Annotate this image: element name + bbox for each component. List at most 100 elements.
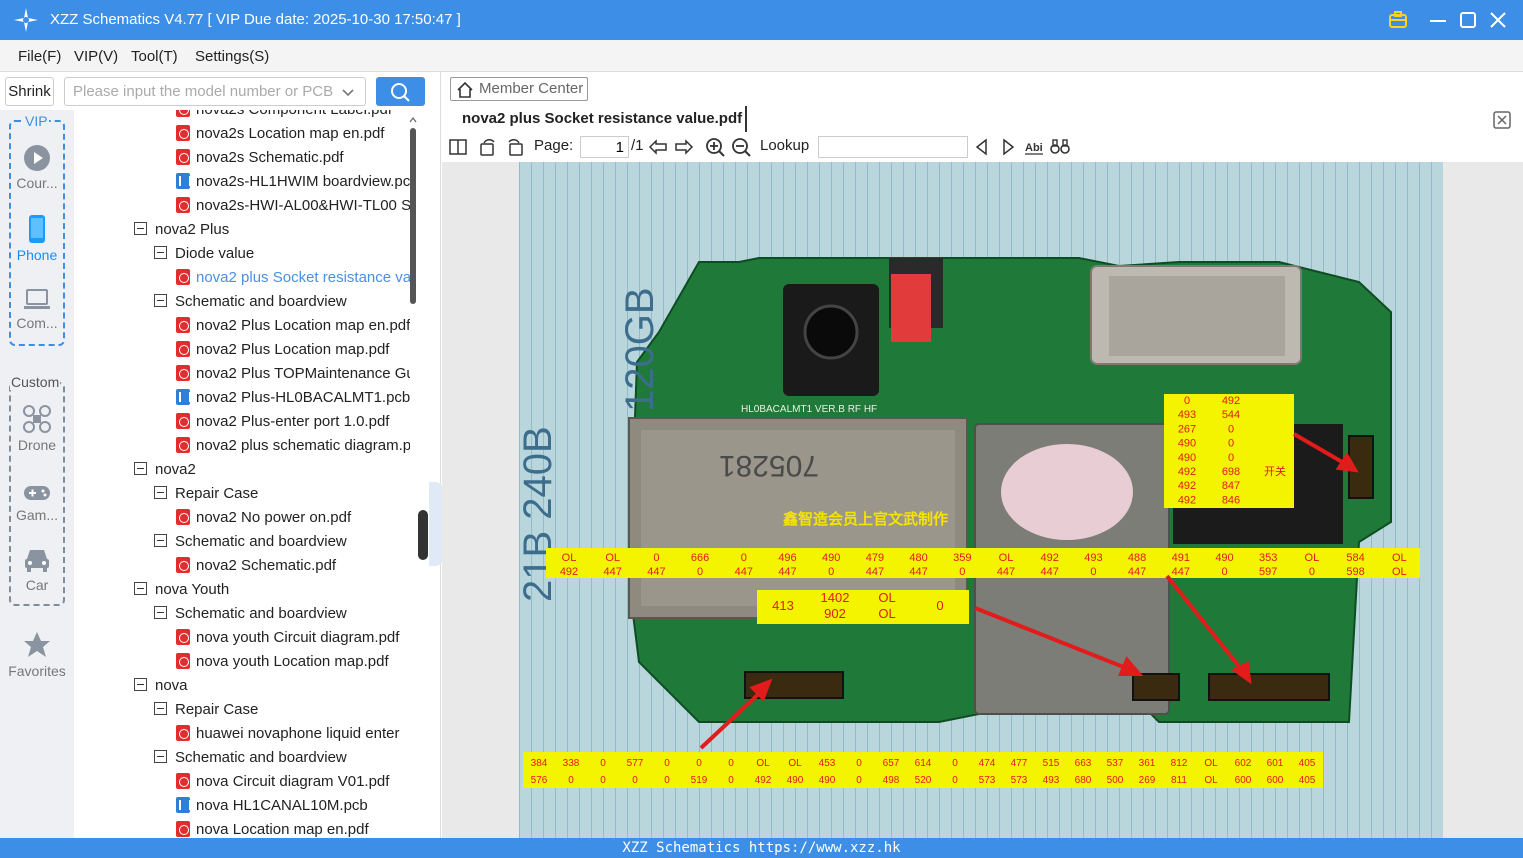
tree-file[interactable]: nova2s Component Label.pdf [176, 110, 410, 122]
tree-folder[interactable]: Schematic and boardview [154, 290, 410, 314]
resistance-value: 847 [1222, 480, 1240, 492]
tree-file[interactable]: nova2 plus Socket resistance value.pdf [176, 266, 410, 290]
vip-briefcase-icon[interactable] [1384, 6, 1412, 34]
tree-folder[interactable]: Schematic and boardview [154, 746, 410, 770]
find-next-icon[interactable] [998, 137, 1018, 157]
tree-folder[interactable]: nova [134, 674, 410, 698]
tree-folder[interactable]: Repair Case [154, 482, 410, 506]
thermal-paste [1001, 444, 1133, 540]
tree-file[interactable]: nova2 Plus TOPMaintenance Guide.pdf [176, 362, 410, 386]
lookup-input[interactable] [818, 136, 968, 158]
nav-favorites[interactable]: Favorites [0, 630, 74, 679]
document-tab[interactable]: nova2 plus Socket resistance value.pdf [442, 106, 747, 132]
nav-drone[interactable]: Drone [0, 404, 74, 453]
nav-courses[interactable]: Cour... [0, 144, 74, 191]
resistance-value: 0 [936, 598, 943, 613]
nav-computer[interactable]: Com... [0, 286, 74, 331]
panel-splitter[interactable] [418, 510, 428, 560]
tree-file[interactable]: nova youth Location map.pdf [176, 650, 410, 674]
tree-folder[interactable]: nova2 Plus [134, 218, 410, 242]
nav-game[interactable]: Gam... [0, 482, 74, 523]
collapse-icon[interactable] [134, 462, 147, 475]
rotate-left-icon[interactable] [478, 137, 498, 157]
tree-file[interactable]: nova2 Schematic.pdf [176, 554, 410, 578]
tree-file[interactable]: nova2 No power on.pdf [176, 506, 410, 530]
tree-label: nova2 Plus Location map en.pdf [196, 317, 410, 334]
pdf-file-icon [176, 629, 190, 645]
nav-label: Cour... [16, 175, 58, 191]
tree-file[interactable]: nova2s-HL1HWIM boardview.pcb [176, 170, 410, 194]
tree-file[interactable]: nova Circuit diagram V01.pdf [176, 770, 410, 794]
close-icon[interactable] [1484, 6, 1512, 34]
search-input[interactable] [64, 77, 366, 106]
zoom-out-icon[interactable] [731, 137, 751, 157]
collapse-icon[interactable] [134, 222, 147, 235]
member-center-button[interactable]: Member Center [450, 77, 588, 101]
collapse-icon[interactable] [154, 246, 167, 259]
pdf-viewer[interactable]: 120GB 21B 240B 705281 HL0BACALMT1 VER.B … [442, 162, 1523, 838]
tree-label: Schematic and boardview [175, 605, 347, 622]
shrink-button[interactable]: Shrink [5, 77, 54, 106]
nav-phone[interactable]: Phone [0, 214, 74, 263]
minimize-icon[interactable] [1424, 6, 1452, 34]
previous-page-icon[interactable] [648, 137, 668, 157]
tree-file[interactable]: nova2 Plus-HL0BACALMT1.pcb [176, 386, 410, 410]
panel-collapse-tab[interactable] [429, 482, 443, 566]
collapse-icon[interactable] [134, 678, 147, 691]
find-all-icon[interactable] [1050, 137, 1070, 157]
search-button[interactable] [376, 77, 425, 106]
tree-label: nova Youth [155, 581, 230, 598]
menu-tool[interactable]: Tool(T) [131, 48, 178, 65]
collapse-icon[interactable] [154, 534, 167, 547]
pdf-file-icon [176, 821, 190, 837]
tree-label: nova youth Circuit diagram.pdf [196, 629, 400, 646]
find-previous-icon[interactable] [972, 137, 992, 157]
tree-file[interactable]: nova2s Location map en.pdf [176, 122, 410, 146]
tree-folder[interactable]: nova Youth [134, 578, 410, 602]
menu-file[interactable]: File(F) [18, 48, 61, 65]
tree-label: Repair Case [175, 701, 259, 718]
rotate-right-icon[interactable] [505, 137, 525, 157]
tree-file[interactable]: huawei novaphone liquid enter [176, 722, 410, 746]
tree-folder[interactable]: Schematic and boardview [154, 530, 410, 554]
tree-scroll-thumb[interactable] [410, 128, 416, 304]
collapse-icon[interactable] [134, 582, 147, 595]
tree-file[interactable]: nova2 plus schematic diagram.pdf [176, 434, 410, 458]
collapse-icon[interactable] [154, 294, 167, 307]
tree-file[interactable]: nova2s Schematic.pdf [176, 146, 410, 170]
collapse-icon[interactable] [154, 606, 167, 619]
maximize-icon[interactable] [1454, 6, 1482, 34]
zoom-in-icon[interactable] [705, 137, 725, 157]
tree-file[interactable]: nova2 Plus Location map en.pdf [176, 314, 410, 338]
tree-file[interactable]: nova youth Circuit diagram.pdf [176, 626, 410, 650]
tree-folder[interactable]: Schematic and boardview [154, 602, 410, 626]
tree-label: nova2 [155, 461, 196, 478]
collapse-icon[interactable] [154, 486, 167, 499]
sidebar-toggle-icon[interactable] [448, 137, 468, 157]
collapse-icon[interactable] [154, 750, 167, 763]
pdf-file-icon [176, 197, 190, 213]
tree-folder[interactable]: nova2 [134, 458, 410, 482]
match-case-icon[interactable]: Abi [1024, 137, 1044, 157]
tree-file[interactable]: nova2 Plus Location map.pdf [176, 338, 410, 362]
tree-folder[interactable]: Diode value [154, 242, 410, 266]
close-all-tabs-icon[interactable] [1492, 110, 1512, 130]
resistance-value: OL [605, 552, 620, 564]
title-bar: XZZ Schematics V4.77 [ VIP Due date: 202… [0, 0, 1523, 40]
tree-label: nova2 Plus TOPMaintenance Guide.pdf [196, 365, 410, 382]
nav-car[interactable]: Car [0, 546, 74, 593]
next-page-icon[interactable] [674, 137, 694, 157]
tree-file[interactable]: nova2 Plus-enter port 1.0.pdf [176, 410, 410, 434]
menu-settings[interactable]: Settings(S) [195, 48, 269, 65]
chevron-down-icon[interactable] [340, 84, 356, 100]
tree-file[interactable]: nova HL1CANAL10M.pcb [176, 794, 410, 818]
collapse-icon[interactable] [154, 702, 167, 715]
page-number-input[interactable] [580, 136, 629, 158]
tree-file[interactable]: nova Location map en.pdf [176, 818, 410, 838]
tree-file[interactable]: nova2s-HWI-AL00&HWI-TL00 Schematic.pdf [176, 194, 410, 218]
menu-vip[interactable]: VIP(V) [74, 48, 118, 65]
tree-folder[interactable]: Repair Case [154, 698, 410, 722]
home-icon [457, 81, 473, 98]
resistance-value: OL [1305, 552, 1320, 564]
resistance-value: 353 [1259, 552, 1277, 564]
